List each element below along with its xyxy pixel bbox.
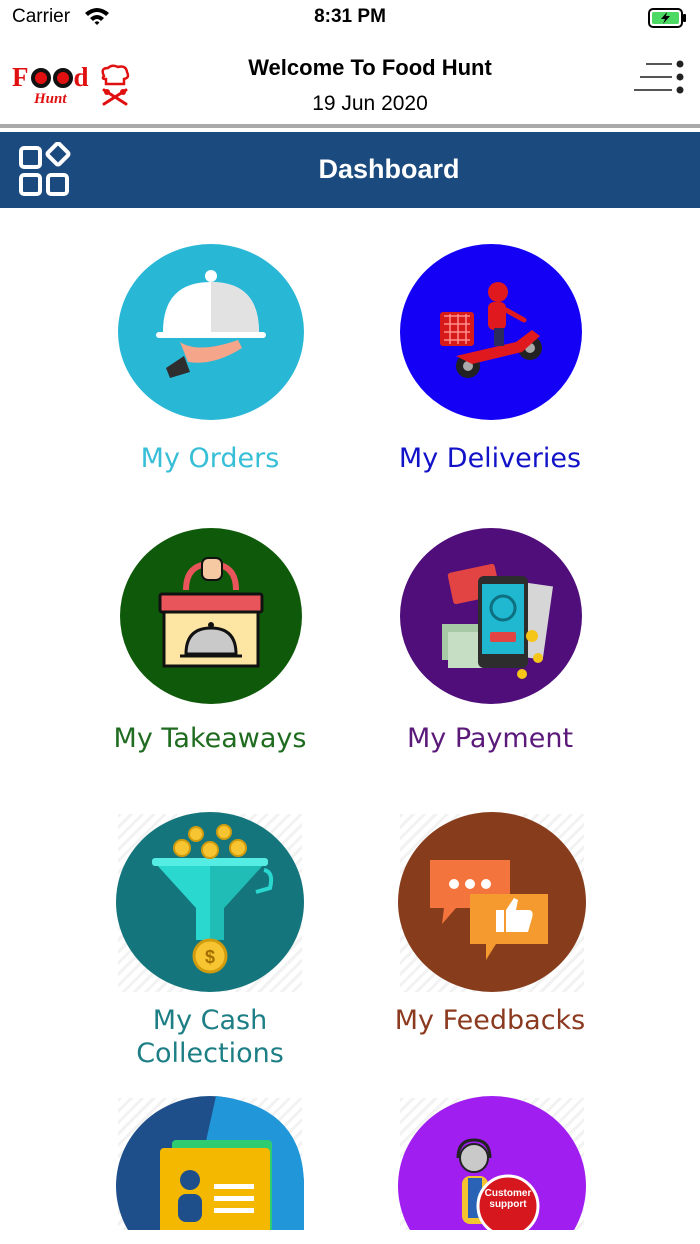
battery-charging-icon — [648, 7, 688, 33]
my-payment-label: My Payment — [406, 723, 574, 754]
my-feedbacks-label: My Feedbacks — [394, 1005, 586, 1036]
my-feedbacks-tile[interactable]: My Feedbacks — [340, 812, 640, 1072]
my-payment-tile[interactable]: My Payment — [340, 528, 640, 778]
customer-support-badge: Customer support — [476, 1188, 540, 1210]
my-takeaways-label: My Takeaways — [113, 723, 307, 754]
menu-icon — [634, 60, 684, 94]
my-orders-label: My Orders — [140, 443, 280, 474]
my-deliveries-tile[interactable]: My Deliveries — [340, 244, 640, 494]
dashboard-title: Dashboard — [318, 154, 460, 184]
status-bar: Carrier 8:31 PM — [0, 0, 700, 40]
my-takeaways-tile[interactable]: My Takeaways — [60, 528, 360, 778]
profile-folder-icon — [116, 1096, 304, 1230]
cash-funnel-icon: $ — [116, 812, 304, 992]
my-cash-collections-tile[interactable]: $ My Cash Collections — [60, 812, 360, 1072]
menu-button[interactable] — [634, 60, 688, 100]
my-cash-collections-label-line2: Collections — [136, 1038, 284, 1069]
delivery-scooter-icon — [400, 244, 582, 420]
my-deliveries-label: My Deliveries — [398, 443, 582, 474]
feedback-chat-icon — [398, 812, 586, 992]
my-cash-collections-label-line1: My Cash — [152, 1005, 268, 1036]
header-date: 19 Jun 2020 — [312, 92, 428, 115]
dashboard-bar: Dashboard — [0, 132, 700, 208]
my-profile-tile[interactable] — [60, 1096, 360, 1230]
badge-line-2: support — [489, 1199, 527, 1210]
svg-text:$: $ — [205, 947, 215, 967]
mobile-payment-icon — [400, 528, 582, 704]
badge-line-1: Customer — [484, 1188, 532, 1199]
customer-support-tile[interactable]: Customer support — [340, 1096, 640, 1230]
my-orders-tile[interactable]: My Orders — [60, 244, 360, 494]
header-divider — [0, 124, 700, 128]
header-title: Welcome To Food Hunt — [248, 55, 492, 80]
clock: 8:31 PM — [314, 6, 386, 27]
takeaway-box-icon — [120, 528, 302, 704]
serving-dish-icon — [118, 244, 304, 420]
app-header: Fd Hunt Welcome To Food Hunt 19 Jun 2020 — [0, 40, 700, 128]
